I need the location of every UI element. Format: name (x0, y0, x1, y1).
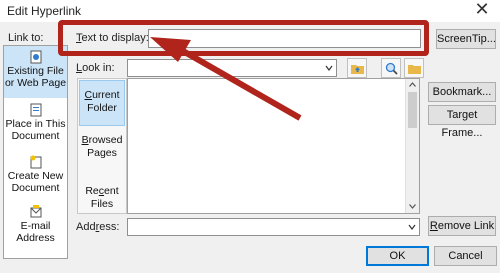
cancel-button[interactable]: Cancel (434, 246, 497, 266)
link-to-place-in-document[interactable]: Place in This Document (4, 101, 67, 151)
file-list-scrollbar[interactable] (405, 79, 419, 213)
chevron-down-icon (325, 65, 333, 71)
scroll-up-icon[interactable] (409, 82, 416, 87)
scrollbar-thumb[interactable] (408, 92, 417, 128)
link-to-place-in-document-label: Place in This Document (5, 118, 66, 142)
browse-panel: Current Folder Browsed Pages Recent File… (77, 78, 127, 214)
current-folder-item[interactable]: Current Folder (79, 80, 125, 126)
folder-up-icon (351, 65, 364, 74)
browse-file-button[interactable] (404, 58, 424, 78)
new-document-icon (30, 155, 41, 169)
link-to-panel: Existing File or Web Page Place in This … (3, 45, 68, 259)
remove-link-button[interactable]: Remove Link (428, 216, 496, 236)
link-to-email-address[interactable]: E-mail Address (4, 203, 67, 244)
browse-web-button[interactable] (381, 58, 401, 78)
look-in-select[interactable] (127, 59, 337, 77)
file-list[interactable] (127, 78, 420, 214)
browsed-pages-item[interactable]: Browsed Pages (79, 134, 125, 166)
recent-files-label: Recent Files (85, 185, 119, 210)
email-icon (30, 205, 41, 218)
link-to-label: Link to: (8, 32, 44, 44)
screentip-button[interactable]: ScreenTip... (436, 29, 496, 49)
link-to-existing-file-label: Existing File or Web Page (4, 65, 67, 89)
link-to-create-new-document[interactable]: Create New Document (4, 153, 67, 201)
look-in-label: Look in: (76, 62, 115, 74)
document-place-icon (30, 103, 41, 117)
dialog-title: Edit Hyperlink (7, 4, 82, 18)
close-icon[interactable]: ✕ (468, 0, 496, 20)
web-page-icon (30, 50, 41, 64)
current-folder-label: Current Folder (84, 89, 120, 114)
bookmark-button[interactable]: Bookmark... (428, 82, 496, 102)
recent-files-item[interactable]: Recent Files (79, 185, 125, 210)
open-folder-icon (408, 65, 421, 74)
chevron-down-icon[interactable] (408, 224, 416, 230)
browsed-pages-label: Browsed Pages (81, 134, 123, 159)
ok-button[interactable]: OK (366, 246, 429, 266)
link-to-create-new-document-label: Create New Document (7, 170, 64, 194)
search-web-icon (385, 62, 398, 75)
annotation-highlight-box (58, 20, 429, 56)
scroll-down-icon[interactable] (409, 204, 416, 209)
address-label: Address: (76, 221, 120, 233)
target-frame-button[interactable]: Target Frame... (428, 105, 496, 139)
address-input[interactable] (127, 218, 420, 236)
link-to-email-address-label: E-mail Address (16, 220, 55, 244)
up-folder-button[interactable] (347, 58, 367, 78)
